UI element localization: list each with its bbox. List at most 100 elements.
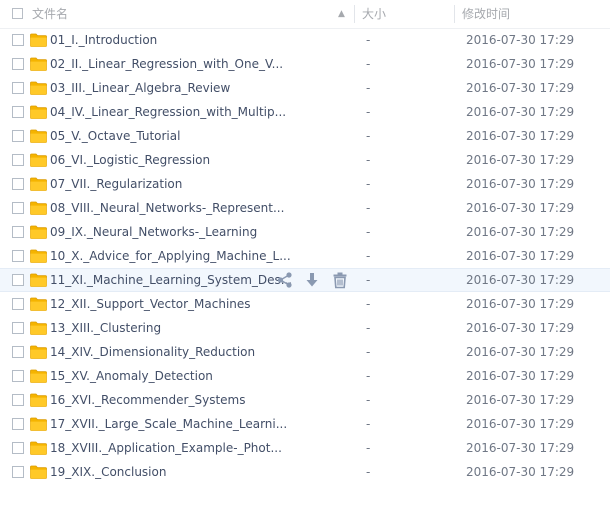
- folder-icon: [30, 105, 47, 119]
- row-checkbox[interactable]: [12, 130, 24, 142]
- file-size: -: [366, 225, 371, 239]
- folder-icon: [30, 321, 47, 335]
- file-modified-time: 2016-07-30 17:29: [466, 57, 575, 71]
- file-size: -: [366, 33, 371, 47]
- file-row[interactable]: 06_VI._Logistic_Regression - 2016-07-30 …: [0, 148, 610, 172]
- file-name[interactable]: 10_X._Advice_for_Applying_Machine_L...: [50, 244, 291, 268]
- file-name[interactable]: 16_XVI._Recommender_Systems: [50, 388, 245, 412]
- file-row[interactable]: 01_I._Introduction - 2016-07-30 17:29: [0, 28, 610, 52]
- file-name[interactable]: 03_III._Linear_Algebra_Review: [50, 76, 230, 100]
- file-row[interactable]: 18_XVIII._Application_Example-_Phot... -…: [0, 436, 610, 460]
- row-checkbox[interactable]: [12, 226, 24, 238]
- file-row[interactable]: 03_III._Linear_Algebra_Review - 2016-07-…: [0, 76, 610, 100]
- folder-icon: [30, 81, 47, 95]
- file-row[interactable]: 10_X._Advice_for_Applying_Machine_L... -…: [0, 244, 610, 268]
- column-header-name[interactable]: 文件名: [32, 0, 354, 28]
- file-size: -: [366, 321, 371, 335]
- file-size: -: [366, 201, 371, 215]
- file-modified-time: 2016-07-30 17:29: [466, 393, 575, 407]
- file-name[interactable]: 11_XI._Machine_Learning_System_Des...: [50, 269, 292, 291]
- folder-icon: [30, 129, 47, 143]
- file-row[interactable]: 08_VIII._Neural_Networks-_Represent... -…: [0, 196, 610, 220]
- file-row[interactable]: 14_XIV._Dimensionality_Reduction - 2016-…: [0, 340, 610, 364]
- row-checkbox[interactable]: [12, 274, 24, 286]
- row-checkbox[interactable]: [12, 370, 24, 382]
- file-modified-time: 2016-07-30 17:29: [466, 129, 575, 143]
- file-row[interactable]: 19_XIX._Conclusion - 2016-07-30 17:29: [0, 460, 610, 484]
- file-row[interactable]: 12_XII._Support_Vector_Machines - 2016-0…: [0, 292, 610, 316]
- row-checkbox[interactable]: [12, 442, 24, 454]
- row-checkbox[interactable]: [12, 106, 24, 118]
- column-header-size[interactable]: 大小: [362, 0, 450, 28]
- file-rows: 01_I._Introduction - 2016-07-30 17:29 02…: [0, 28, 610, 484]
- row-checkbox[interactable]: [12, 34, 24, 46]
- file-row[interactable]: 07_VII._Regularization - 2016-07-30 17:2…: [0, 172, 610, 196]
- row-checkbox[interactable]: [12, 82, 24, 94]
- file-name[interactable]: 07_VII._Regularization: [50, 172, 182, 196]
- file-row[interactable]: 13_XIII._Clustering - 2016-07-30 17:29: [0, 316, 610, 340]
- file-name[interactable]: 13_XIII._Clustering: [50, 316, 161, 340]
- file-name[interactable]: 02_II._Linear_Regression_with_One_V...: [50, 52, 283, 76]
- file-name[interactable]: 09_IX._Neural_Networks-_Learning: [50, 220, 257, 244]
- row-checkbox[interactable]: [12, 418, 24, 430]
- trash-icon[interactable]: [331, 271, 349, 289]
- row-checkbox[interactable]: [12, 178, 24, 190]
- file-name[interactable]: 18_XVIII._Application_Example-_Phot...: [50, 436, 282, 460]
- file-size: -: [366, 153, 371, 167]
- download-icon[interactable]: [303, 271, 321, 289]
- row-checkbox[interactable]: [12, 466, 24, 478]
- file-name[interactable]: 08_VIII._Neural_Networks-_Represent...: [50, 196, 284, 220]
- file-row[interactable]: 09_IX._Neural_Networks-_Learning - 2016-…: [0, 220, 610, 244]
- row-checkbox[interactable]: [12, 346, 24, 358]
- folder-icon: [30, 417, 47, 431]
- file-row[interactable]: 05_V._Octave_Tutorial - 2016-07-30 17:29: [0, 124, 610, 148]
- folder-icon: [30, 201, 47, 215]
- file-name[interactable]: 19_XIX._Conclusion: [50, 460, 166, 484]
- row-checkbox[interactable]: [12, 250, 24, 262]
- row-checkbox[interactable]: [12, 202, 24, 214]
- column-divider[interactable]: [454, 5, 455, 23]
- row-checkbox[interactable]: [12, 58, 24, 70]
- folder-icon: [30, 153, 47, 167]
- sort-arrow-icon[interactable]: ▲: [338, 0, 345, 28]
- file-row[interactable]: 02_II._Linear_Regression_with_One_V... -…: [0, 52, 610, 76]
- file-name[interactable]: 14_XIV._Dimensionality_Reduction: [50, 340, 255, 364]
- file-size: -: [366, 177, 371, 191]
- file-modified-time: 2016-07-30 17:29: [466, 369, 575, 383]
- file-modified-time: 2016-07-30 17:29: [466, 441, 575, 455]
- folder-icon: [30, 33, 47, 47]
- row-checkbox[interactable]: [12, 154, 24, 166]
- folder-icon: [30, 249, 47, 263]
- file-name[interactable]: 12_XII._Support_Vector_Machines: [50, 292, 251, 316]
- folder-icon: [30, 393, 47, 407]
- row-checkbox[interactable]: [12, 298, 24, 310]
- file-name[interactable]: 17_XVII._Large_Scale_Machine_Learni...: [50, 412, 287, 436]
- folder-icon: [30, 465, 47, 479]
- column-divider[interactable]: [354, 5, 355, 23]
- file-name[interactable]: 06_VI._Logistic_Regression: [50, 148, 210, 172]
- file-modified-time: 2016-07-30 17:29: [466, 345, 575, 359]
- file-row[interactable]: 17_XVII._Large_Scale_Machine_Learni... -…: [0, 412, 610, 436]
- file-modified-time: 2016-07-30 17:29: [466, 417, 575, 431]
- file-row[interactable]: 04_IV._Linear_Regression_with_Multip... …: [0, 100, 610, 124]
- file-modified-time: 2016-07-30 17:29: [466, 273, 575, 287]
- file-row[interactable]: 16_XVI._Recommender_Systems - 2016-07-30…: [0, 388, 610, 412]
- file-size: -: [366, 273, 371, 287]
- file-name[interactable]: 05_V._Octave_Tutorial: [50, 124, 180, 148]
- share-icon[interactable]: [276, 271, 294, 289]
- folder-icon: [30, 57, 47, 71]
- file-name[interactable]: 04_IV._Linear_Regression_with_Multip...: [50, 100, 286, 124]
- file-row[interactable]: 15_XV._Anomaly_Detection - 2016-07-30 17…: [0, 364, 610, 388]
- row-checkbox[interactable]: [12, 394, 24, 406]
- file-name[interactable]: 15_XV._Anomaly_Detection: [50, 364, 213, 388]
- file-size: -: [366, 57, 371, 71]
- file-size: -: [366, 129, 371, 143]
- column-header-modified-time[interactable]: 修改时间: [462, 0, 602, 28]
- row-checkbox[interactable]: [12, 322, 24, 334]
- file-modified-time: 2016-07-30 17:29: [466, 105, 575, 119]
- file-row[interactable]: 11_XI._Machine_Learning_System_Des... - …: [0, 268, 610, 292]
- folder-icon: [30, 369, 47, 383]
- select-all-checkbox[interactable]: [12, 8, 23, 19]
- folder-icon: [30, 441, 47, 455]
- file-name[interactable]: 01_I._Introduction: [50, 28, 157, 52]
